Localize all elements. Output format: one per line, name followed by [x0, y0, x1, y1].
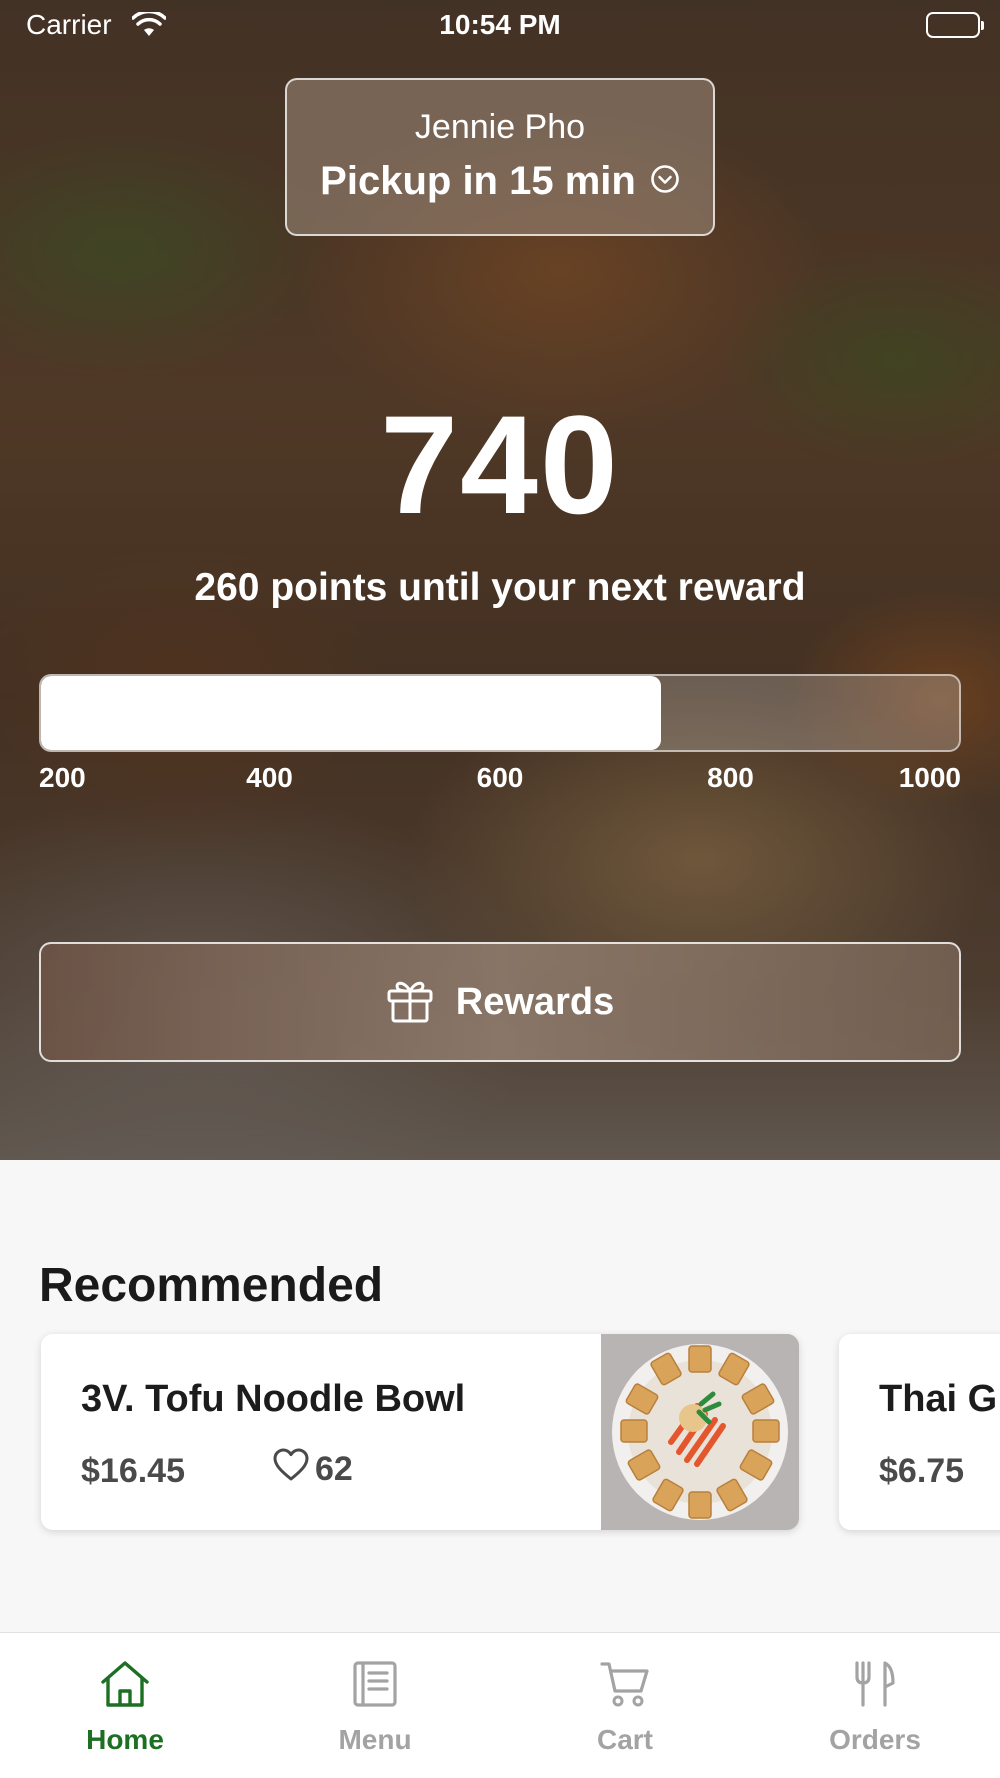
tab-menu[interactable]: Menu	[250, 1633, 500, 1778]
chevron-down-circle-icon	[650, 159, 680, 204]
item-price: $16.45	[81, 1452, 185, 1490]
menu-icon	[349, 1659, 401, 1714]
tab-cart[interactable]: Cart	[500, 1633, 750, 1778]
tab-bar: Home Menu Cart Orders	[0, 1632, 1000, 1778]
rewards-button[interactable]: Rewards	[39, 942, 961, 1062]
hero-background: Carrier 10:54 PM Jennie Pho Pickup in 15…	[0, 0, 1000, 1160]
recommended-heading: Recommended	[39, 1259, 384, 1312]
progress-tick-label: 400	[246, 762, 293, 793]
progress-tick-label: 600	[476, 762, 524, 793]
heart-icon	[273, 1448, 309, 1491]
item-likes[interactable]: 62	[273, 1448, 353, 1491]
like-count: 62	[315, 1450, 353, 1488]
utensils-icon	[849, 1659, 901, 1714]
tab-label: Orders	[829, 1724, 921, 1755]
tab-label: Cart	[596, 1724, 653, 1755]
progress-tick-label: 800	[707, 762, 754, 793]
tofu-noodle-bowl-image	[601, 1334, 799, 1530]
progress-tick-label: 1000	[898, 762, 961, 793]
cart-icon	[599, 1659, 651, 1714]
tab-orders[interactable]: Orders	[750, 1633, 1000, 1778]
store-name: Jennie Pho	[414, 108, 586, 146]
progress-tick-labels: 200 400 600 800 1000	[39, 762, 961, 802]
location-selector[interactable]: Jennie Pho Pickup in 15 min	[285, 78, 715, 236]
pickup-time: Pickup in 15 min	[320, 159, 636, 203]
tab-home[interactable]: Home	[0, 1633, 250, 1778]
recommended-item-card[interactable]: 3V. Tofu Noodle Bowl $16.45 62	[41, 1334, 799, 1530]
recommended-item-card[interactable]: Thai G $6.75	[839, 1334, 1000, 1530]
home-icon	[99, 1659, 151, 1714]
item-price: $6.75	[879, 1452, 965, 1490]
points-progress-bar	[39, 674, 961, 752]
points-progress-fill	[41, 676, 661, 750]
item-name: Thai G	[879, 1378, 998, 1420]
battery-icon	[926, 12, 984, 38]
points-balance: 740	[380, 386, 620, 543]
item-name: 3V. Tofu Noodle Bowl	[81, 1378, 466, 1420]
tab-label: Menu	[338, 1724, 412, 1755]
status-bar: Carrier 10:54 PM	[0, 0, 1000, 50]
tab-label: Home	[86, 1724, 164, 1755]
clock: 10:54 PM	[439, 9, 561, 40]
progress-tick-label: 200	[39, 762, 86, 793]
rewards-label: Rewards	[455, 980, 615, 1023]
gift-icon	[386, 977, 434, 1028]
points-caption: 260 points until your next reward	[194, 566, 806, 609]
